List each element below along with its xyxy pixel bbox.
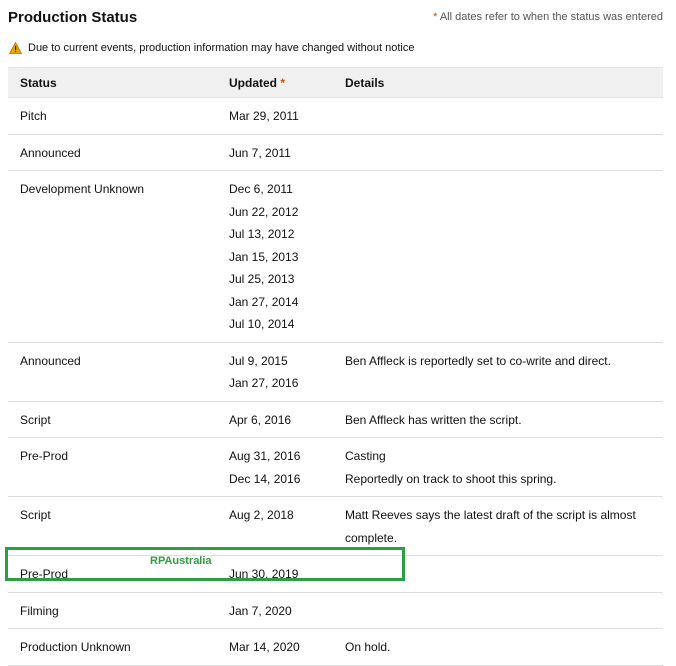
status-cell: Pitch <box>8 97 217 135</box>
updated-cell: Jul 9, 2015 Jan 27, 2016 <box>217 342 333 402</box>
table-header-row: Status Updated * Details <box>8 67 663 98</box>
page-title: Production Status <box>8 9 138 26</box>
details-text: Ben Affleck has written the script. <box>345 412 522 427</box>
details-cell <box>333 592 663 629</box>
status-cell: Script <box>8 401 217 438</box>
updated-date: Apr 6, 2016 <box>229 412 292 427</box>
updated-cell: Aug 31, 2016 Dec 14, 2016 <box>217 437 333 497</box>
updated-date: Jul 25, 2013 <box>229 272 295 286</box>
updated-date: Jul 13, 2012 <box>229 227 295 241</box>
note-star: * <box>433 11 438 23</box>
status-cell: Development Unknown <box>8 170 217 343</box>
updated-date: Jul 9, 2015 <box>229 353 288 368</box>
details-text: Ben Affleck is reportedly set to co-writ… <box>345 353 611 368</box>
updated-date: Jan 15, 2013 <box>229 249 299 264</box>
column-header-status: Status <box>8 67 217 98</box>
updated-date: Jun 22, 2012 <box>229 204 299 219</box>
details-cell: Casting Reportedly on track to shoot this… <box>333 437 663 497</box>
updated-cell: Mar 29, 2011 <box>217 97 333 135</box>
table-row: Announced Jul 9, 2015 Jan 27, 2016 Ben Affl… <box>8 342 663 402</box>
updated-date: Jul 10, 2014 <box>229 317 295 331</box>
table-row: Pre-Prod Aug 31, 2016 Dec 14, 2016 Casting R… <box>8 437 663 497</box>
warning-banner: Due to current events, production inform… <box>8 41 415 54</box>
updated-cell: Mar 14, 2020 <box>217 628 333 666</box>
details-text: On hold. <box>345 640 391 654</box>
details-text: Reportedly on track to shoot this spring… <box>345 471 557 486</box>
updated-date: Jan 27, 2014 <box>229 294 299 309</box>
warning-icon <box>8 41 23 54</box>
details-cell <box>333 170 663 343</box>
details-cell: Ben Affleck is reportedly set to co-writ… <box>333 342 663 402</box>
details-cell: Ben Affleck has written the script. <box>333 401 663 438</box>
status-cell: Production Unknown <box>8 628 217 666</box>
column-header-updated: Updated * <box>217 67 333 98</box>
details-cell <box>333 134 663 171</box>
updated-cell: Dec 6, 2011 Jun 22, 2012 Jul 13, 2012 Jan 1… <box>217 170 333 343</box>
status-cell: Announced <box>8 342 217 402</box>
table-row: Filming Jan 7, 2020 <box>8 592 663 629</box>
updated-cell: Jan 7, 2020 <box>217 592 333 629</box>
details-cell: On hold. <box>333 628 663 666</box>
warning-text: Due to current events, production inform… <box>28 42 415 54</box>
updated-date: Jan 27, 2016 <box>229 376 299 390</box>
table-row: Development Unknown Dec 6, 2011 Jun 22, 20… <box>8 170 663 343</box>
updated-star: * <box>280 75 286 90</box>
note-text: All dates refer to when the status was e… <box>439 11 663 23</box>
updated-date: Aug 31, 2016 <box>229 449 301 463</box>
table-row: Pitch Mar 29, 2011 <box>8 97 663 135</box>
updated-date: Dec 14, 2016 <box>229 471 301 486</box>
table-row: Script Apr 6, 2016 Ben Affleck has written… <box>8 401 663 438</box>
dates-note: * All dates refer to when the status was… <box>433 11 663 23</box>
table-row: Production Unknown Mar 14, 2020 On hold. <box>8 628 663 666</box>
status-cell: Filming <box>8 592 217 629</box>
details-cell <box>333 97 663 135</box>
updated-cell: Apr 6, 2016 <box>217 401 333 438</box>
details-text: Casting <box>345 449 386 463</box>
table-row: Announced Jun 7, 2011 <box>8 134 663 171</box>
updated-date: Mar 29, 2011 <box>229 109 299 123</box>
updated-date: Jun 7, 2011 <box>229 145 291 160</box>
status-cell: Announced <box>8 134 217 171</box>
updated-date: Mar 14, 2020 <box>229 640 300 654</box>
updated-date: Aug 2, 2018 <box>229 508 294 522</box>
details-text: Matt Reeves says the latest draft of the… <box>345 508 636 545</box>
status-cell: Pre-Prod <box>8 437 217 497</box>
updated-cell: Jun 7, 2011 <box>217 134 333 171</box>
updated-date: Dec 6, 2011 <box>229 182 293 196</box>
column-header-details: Details <box>333 67 663 98</box>
watermark: RPAustralia <box>150 555 212 567</box>
updated-date: Jan 7, 2020 <box>229 603 292 618</box>
